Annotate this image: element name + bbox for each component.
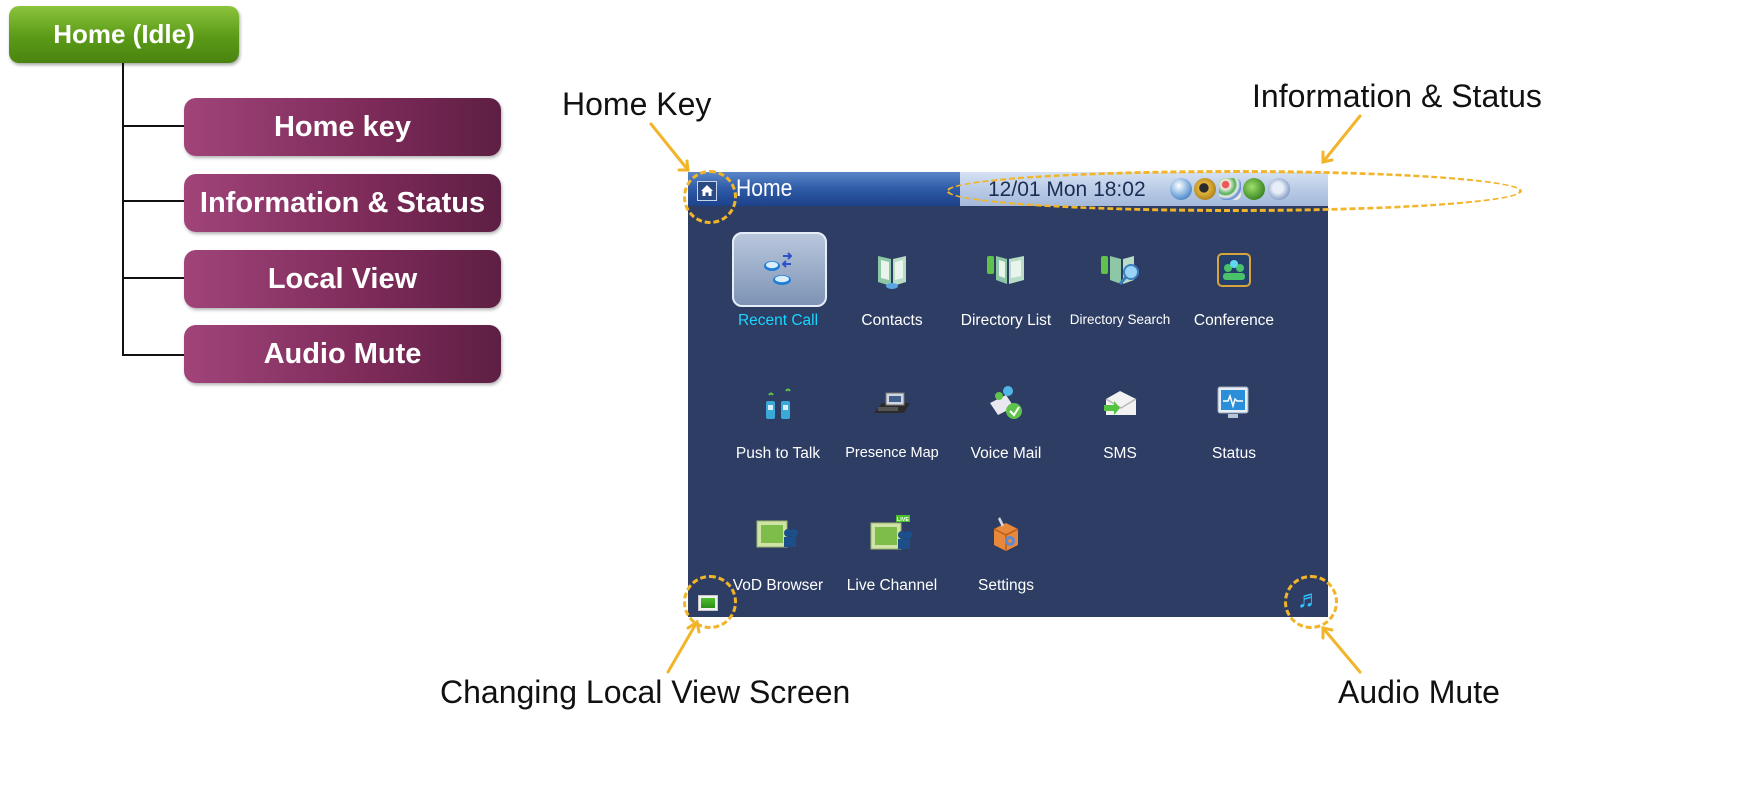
info-status-arrow (1321, 114, 1362, 164)
callout-arrows (649, 114, 1362, 674)
local-view-arrow (666, 620, 699, 674)
home-key-arrow (649, 122, 690, 172)
audio-mute-arrow (1321, 626, 1362, 674)
